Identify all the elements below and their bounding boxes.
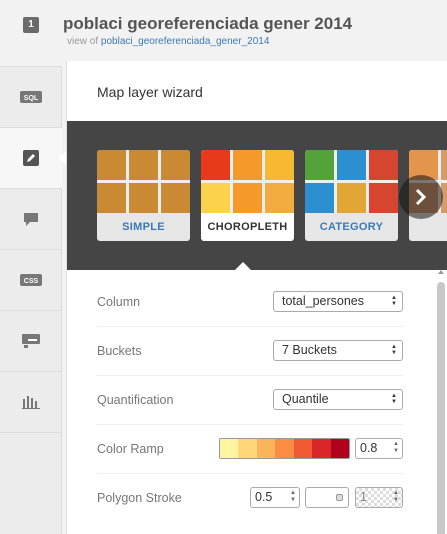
color-ramp-picker[interactable] (219, 438, 350, 459)
spinner-arrows-icon[interactable]: ▲ ▼ (290, 490, 296, 504)
quantification-row: Quantification Quantile ▲ ▼ (97, 376, 403, 425)
stroke-color-picker[interactable] (305, 487, 349, 508)
thumbnail-cell (97, 183, 126, 213)
form-scrollbar[interactable] (437, 282, 445, 534)
sidebar-item-infowindow[interactable] (0, 188, 62, 249)
svg-text:CSS: CSS (24, 278, 39, 285)
thumbnail-cell (233, 150, 262, 180)
thumbnail-cell (305, 183, 334, 213)
vis-type-simple[interactable]: SIMPLE (97, 150, 190, 241)
quantification-select[interactable]: Quantile ▲ ▼ (273, 389, 403, 410)
vis-type-category[interactable]: CATEGORY (305, 150, 398, 241)
css-icon: CSS (20, 274, 42, 286)
wizard-pencil-icon (23, 150, 39, 166)
buckets-value: 7 Buckets (282, 343, 337, 357)
layer-header: 1 poblaci georeferenciada gener 2014 vie… (0, 0, 447, 66)
polygon-stroke-row: Polygon Stroke 0.5 ▲ ▼ 1 ▲ ▼ (97, 474, 403, 523)
spinner-arrows-icon[interactable]: ▲ ▼ (393, 441, 399, 455)
selected-vis-pointer (234, 262, 252, 270)
buckets-row: Buckets 7 Buckets ▲ ▼ (97, 327, 403, 376)
histogram-icon (22, 396, 40, 409)
thumbnail-cell (265, 150, 294, 180)
ramp-swatch (330, 439, 349, 458)
thumbnail-cell (201, 150, 230, 180)
column-label: Column (97, 295, 141, 309)
sidebar-item-filters[interactable] (0, 371, 62, 432)
ramp-swatch (312, 439, 331, 458)
thumbnail-cell (161, 150, 190, 180)
stroke-opacity-input[interactable]: 1 ▲ ▼ (355, 487, 403, 508)
panel-title: Map layer wizard (97, 84, 203, 100)
thumbnail-cell (233, 183, 262, 213)
layer-sidebar: SQL CSS (0, 66, 62, 534)
select-arrows-icon: ▲ ▼ (391, 344, 397, 356)
sidebar-item-legends[interactable] (0, 310, 62, 371)
column-value: total_persones (282, 294, 365, 308)
thumbnail-cell (337, 150, 366, 180)
simple-thumbnail (97, 150, 190, 213)
ramp-swatch (275, 439, 294, 458)
spinner-arrows-icon[interactable]: ▲ ▼ (393, 490, 399, 504)
svg-text:SQL: SQL (24, 95, 39, 102)
ramp-swatch (293, 439, 313, 458)
thumbnail-cell (305, 150, 334, 180)
color-swatch-icon (336, 494, 343, 501)
vis-type-carousel: SIMPLE CHOROPLETH CATEGORY BU (67, 121, 447, 270)
layer-title[interactable]: poblaci georeferenciada gener 2014 (63, 14, 352, 34)
scroll-up-arrow[interactable] (438, 270, 444, 274)
stroke-width-input[interactable]: 0.5 ▲ ▼ (250, 487, 300, 508)
quantification-label: Quantification (97, 393, 174, 407)
vis-type-label: CATEGORY (319, 221, 384, 233)
stroke-opacity-value: 1 (360, 490, 367, 504)
thumbnail-cell (441, 150, 447, 180)
thumbnail-cell (161, 183, 190, 213)
choropleth-thumbnail (201, 150, 294, 213)
thumbnail-cell (97, 150, 126, 180)
color-ramp-label: Color Ramp (97, 442, 164, 456)
category-thumbnail (305, 150, 398, 213)
thumbnail-cell (129, 150, 158, 180)
chevron-right-icon (415, 188, 427, 206)
layer-source-line: view of poblaci_georeferenciada_gener_20… (67, 36, 269, 47)
thumbnail-cell (337, 183, 366, 213)
ramp-swatch (238, 439, 257, 458)
column-row: Column total_persones ▲ ▼ (97, 278, 403, 327)
vis-type-label: CHOROPLETH (207, 221, 288, 233)
select-arrows-icon: ▲ ▼ (391, 295, 397, 307)
layer-number-badge: 1 (23, 17, 39, 33)
ramp-opacity-value: 0.8 (360, 441, 378, 455)
wizard-panel: Map layer wizard SIMPLE CHOROPLETH CATEG… (66, 61, 447, 534)
thumbnail-cell (129, 183, 158, 213)
column-select[interactable]: total_persones ▲ ▼ (273, 291, 403, 312)
vis-type-label: SIMPLE (122, 221, 165, 233)
thumbnail-cell (369, 183, 398, 213)
speech-bubble-icon (24, 212, 38, 226)
source-table-link[interactable]: poblaci_georeferenciada_gener_2014 (101, 36, 269, 47)
ramp-swatch (220, 439, 239, 458)
active-tab-pointer (58, 151, 66, 165)
select-arrows-icon: ▲ ▼ (391, 393, 397, 405)
vis-type-choropleth[interactable]: CHOROPLETH (201, 150, 294, 241)
sql-icon: SQL (20, 91, 42, 103)
view-of-prefix: view of (67, 36, 99, 47)
sidebar-item-wizard[interactable] (0, 127, 62, 188)
carousel-next-button[interactable] (399, 175, 443, 219)
thumbnail-cell (369, 150, 398, 180)
buckets-select[interactable]: 7 Buckets ▲ ▼ (273, 340, 403, 361)
stroke-width-value: 0.5 (255, 490, 273, 504)
buckets-label: Buckets (97, 344, 142, 358)
ramp-swatch (256, 439, 276, 458)
ramp-opacity-input[interactable]: 0.8 ▲ ▼ (355, 438, 403, 459)
thumbnail-cell (201, 183, 230, 213)
thumbnail-cell (265, 183, 294, 213)
wizard-form: Column total_persones ▲ ▼ Buckets 7 Bucke… (67, 270, 447, 534)
sidebar-empty-slot (0, 432, 62, 493)
sidebar-item-css[interactable]: CSS (0, 249, 62, 310)
color-ramp-row: Color Ramp 0.8 ▲ ▼ (97, 425, 403, 474)
sidebar-item-sql[interactable]: SQL (0, 66, 62, 127)
polygon-stroke-label: Polygon Stroke (97, 491, 182, 505)
quantification-value: Quantile (282, 392, 329, 406)
legend-icon (22, 334, 40, 348)
